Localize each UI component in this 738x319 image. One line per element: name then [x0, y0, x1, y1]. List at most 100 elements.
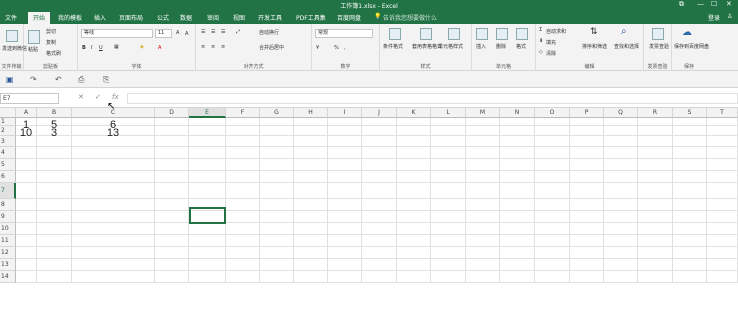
cell-j3[interactable]	[362, 136, 397, 147]
align-left-icon[interactable]: ≡	[201, 44, 205, 50]
cell-t6[interactable]	[707, 171, 738, 183]
column-header-k[interactable]: K	[397, 108, 431, 118]
cell-s3[interactable]	[673, 136, 707, 147]
select-all-corner[interactable]	[0, 108, 16, 118]
row-header-2[interactable]: 2	[0, 126, 16, 136]
merge-center-button[interactable]: 合并后居中	[259, 44, 284, 51]
cell-l10[interactable]	[431, 223, 466, 235]
grow-font-button[interactable]: A	[176, 30, 179, 36]
print-preview-icon[interactable]: ⎙	[78, 75, 84, 85]
cell-n4[interactable]	[500, 147, 535, 159]
cell-m5[interactable]	[466, 159, 500, 171]
cell-r3[interactable]	[638, 136, 673, 147]
cell-g3[interactable]	[260, 136, 294, 147]
cell-h14[interactable]	[294, 271, 328, 283]
cell-i6[interactable]	[328, 171, 362, 183]
cell-c13[interactable]	[72, 259, 155, 271]
cell-c5[interactable]	[72, 159, 155, 171]
cell-g4[interactable]	[260, 147, 294, 159]
conditional-format-icon[interactable]	[389, 28, 401, 40]
cell-h4[interactable]	[294, 147, 328, 159]
cell-r10[interactable]	[638, 223, 673, 235]
fill-color-icon[interactable]: ◈	[140, 44, 144, 50]
cell-k7[interactable]	[397, 183, 431, 199]
column-header-e[interactable]: E	[189, 108, 226, 118]
cell-q3[interactable]	[604, 136, 638, 147]
cell-styles-icon[interactable]	[448, 28, 460, 40]
cell-q4[interactable]	[604, 147, 638, 159]
cell-e11[interactable]	[189, 235, 226, 247]
cell-s5[interactable]	[673, 159, 707, 171]
cell-j4[interactable]	[362, 147, 397, 159]
cell-t13[interactable]	[707, 259, 738, 271]
cell-n8[interactable]	[500, 199, 535, 211]
cell-g12[interactable]	[260, 247, 294, 259]
cell-d11[interactable]	[155, 235, 189, 247]
cell-f12[interactable]	[226, 247, 260, 259]
cell-h3[interactable]	[294, 136, 328, 147]
column-header-b[interactable]: B	[37, 108, 72, 118]
cell-o6[interactable]	[535, 171, 570, 183]
cell-q14[interactable]	[604, 271, 638, 283]
column-header-s[interactable]: S	[673, 108, 707, 118]
tab-insert[interactable]: 插入	[94, 13, 106, 22]
column-header-h[interactable]: H	[294, 108, 328, 118]
row-header-9[interactable]: 9	[0, 211, 16, 223]
cell-b7[interactable]	[37, 183, 72, 199]
cell-p9[interactable]	[570, 211, 604, 223]
tell-me-search[interactable]: 告诉我您想要做什么	[383, 13, 437, 22]
cell-d13[interactable]	[155, 259, 189, 271]
cell-q11[interactable]	[604, 235, 638, 247]
cell-b11[interactable]	[37, 235, 72, 247]
column-header-f[interactable]: F	[226, 108, 260, 118]
cell-i7[interactable]	[328, 183, 362, 199]
cell-b14[interactable]	[37, 271, 72, 283]
cell-r5[interactable]	[638, 159, 673, 171]
sort-filter-button[interactable]: 排序和筛选	[582, 43, 607, 50]
column-header-t[interactable]: T	[707, 108, 738, 118]
cell-p14[interactable]	[570, 271, 604, 283]
cell-c7[interactable]	[72, 183, 155, 199]
cell-t4[interactable]	[707, 147, 738, 159]
cell-p1[interactable]	[570, 118, 604, 126]
delete-cells-icon[interactable]	[496, 28, 508, 40]
cell-h13[interactable]	[294, 259, 328, 271]
cell-a12[interactable]	[16, 247, 37, 259]
column-header-n[interactable]: N	[500, 108, 535, 118]
cell-n3[interactable]	[500, 136, 535, 147]
cell-q1[interactable]	[604, 118, 638, 126]
cell-k8[interactable]	[397, 199, 431, 211]
cell-n9[interactable]	[500, 211, 535, 223]
cell-l9[interactable]	[431, 211, 466, 223]
cell-l1[interactable]	[431, 118, 466, 126]
underline-button[interactable]: U	[99, 45, 103, 51]
cell-t7[interactable]	[707, 183, 738, 199]
shrink-font-button[interactable]: A	[185, 31, 188, 37]
cell-j12[interactable]	[362, 247, 397, 259]
cell-m14[interactable]	[466, 271, 500, 283]
cell-n5[interactable]	[500, 159, 535, 171]
cell-s6[interactable]	[673, 171, 707, 183]
cell-k1[interactable]	[397, 118, 431, 126]
cell-o9[interactable]	[535, 211, 570, 223]
cell-a7[interactable]	[16, 183, 37, 199]
cell-n2[interactable]	[500, 126, 535, 136]
cell-r2[interactable]	[638, 126, 673, 136]
column-header-i[interactable]: I	[328, 108, 362, 118]
cell-o2[interactable]	[535, 126, 570, 136]
cell-r14[interactable]	[638, 271, 673, 283]
cell-r12[interactable]	[638, 247, 673, 259]
cell-j1[interactable]	[362, 118, 397, 126]
cell-o13[interactable]	[535, 259, 570, 271]
cell-j9[interactable]	[362, 211, 397, 223]
cell-q5[interactable]	[604, 159, 638, 171]
cell-o5[interactable]	[535, 159, 570, 171]
cell-a13[interactable]	[16, 259, 37, 271]
cell-c4[interactable]	[72, 147, 155, 159]
align-right-icon[interactable]: ≡	[221, 44, 225, 50]
formula-input[interactable]	[127, 93, 738, 104]
cell-g1[interactable]	[260, 118, 294, 126]
cell-p8[interactable]	[570, 199, 604, 211]
cell-a14[interactable]	[16, 271, 37, 283]
cell-b6[interactable]	[37, 171, 72, 183]
